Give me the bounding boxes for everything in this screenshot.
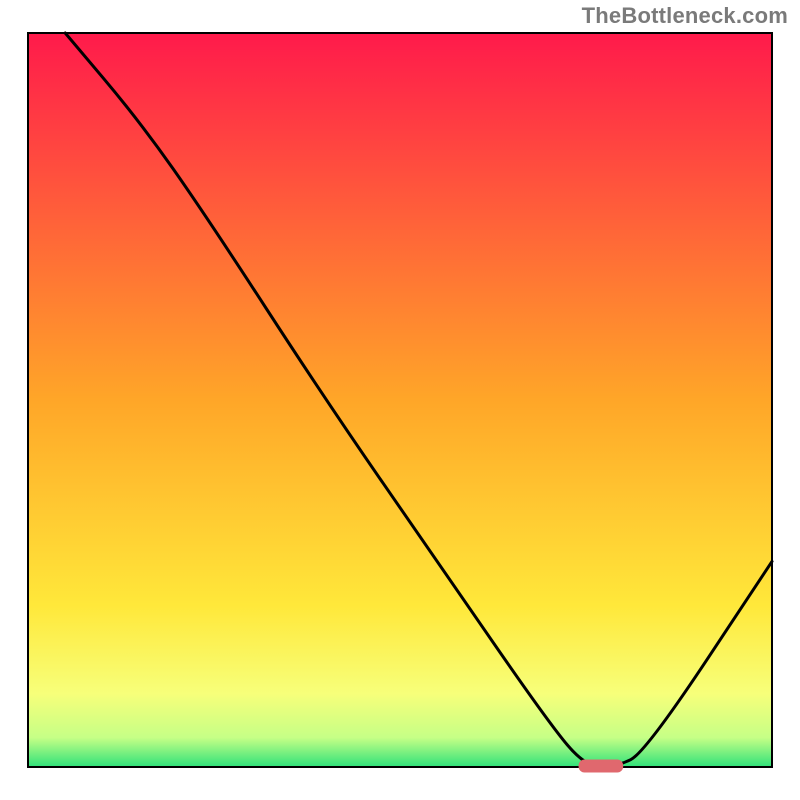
plot-background: [28, 33, 772, 767]
highlight-marker: [579, 760, 624, 773]
chart-svg: [0, 0, 800, 800]
watermark-text: TheBottleneck.com: [582, 3, 788, 29]
chart-stage: TheBottleneck.com: [0, 0, 800, 800]
